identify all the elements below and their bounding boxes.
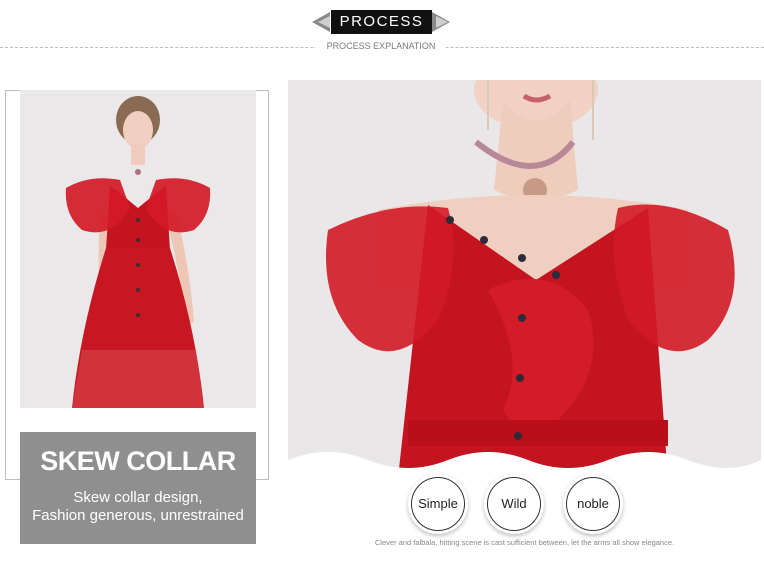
header-right-ribbon-inner xyxy=(436,16,448,28)
feature-title: SKEW COLLAR xyxy=(40,446,236,476)
tag-noble: noble xyxy=(566,477,620,531)
section-title: PROCESS xyxy=(331,10,432,34)
detail-caption: Clever and falbala, hitting scene is cas… xyxy=(374,538,675,547)
tag-wild: Wild xyxy=(487,477,541,531)
header-left-ribbon-inner xyxy=(318,16,330,28)
collar-closeup-illustration xyxy=(288,80,761,478)
model-full-body-illustration xyxy=(20,90,256,408)
full-length-dress-photo xyxy=(20,90,256,408)
section-subtitle: PROCESS EXPLANATION xyxy=(316,40,446,53)
feature-description-line-1: Skew collar design, xyxy=(73,489,203,506)
collar-detail-photo xyxy=(288,80,761,478)
tag-simple: Simple xyxy=(411,477,465,531)
feature-description-line-2: Fashion generous, unrestrained xyxy=(32,507,244,524)
